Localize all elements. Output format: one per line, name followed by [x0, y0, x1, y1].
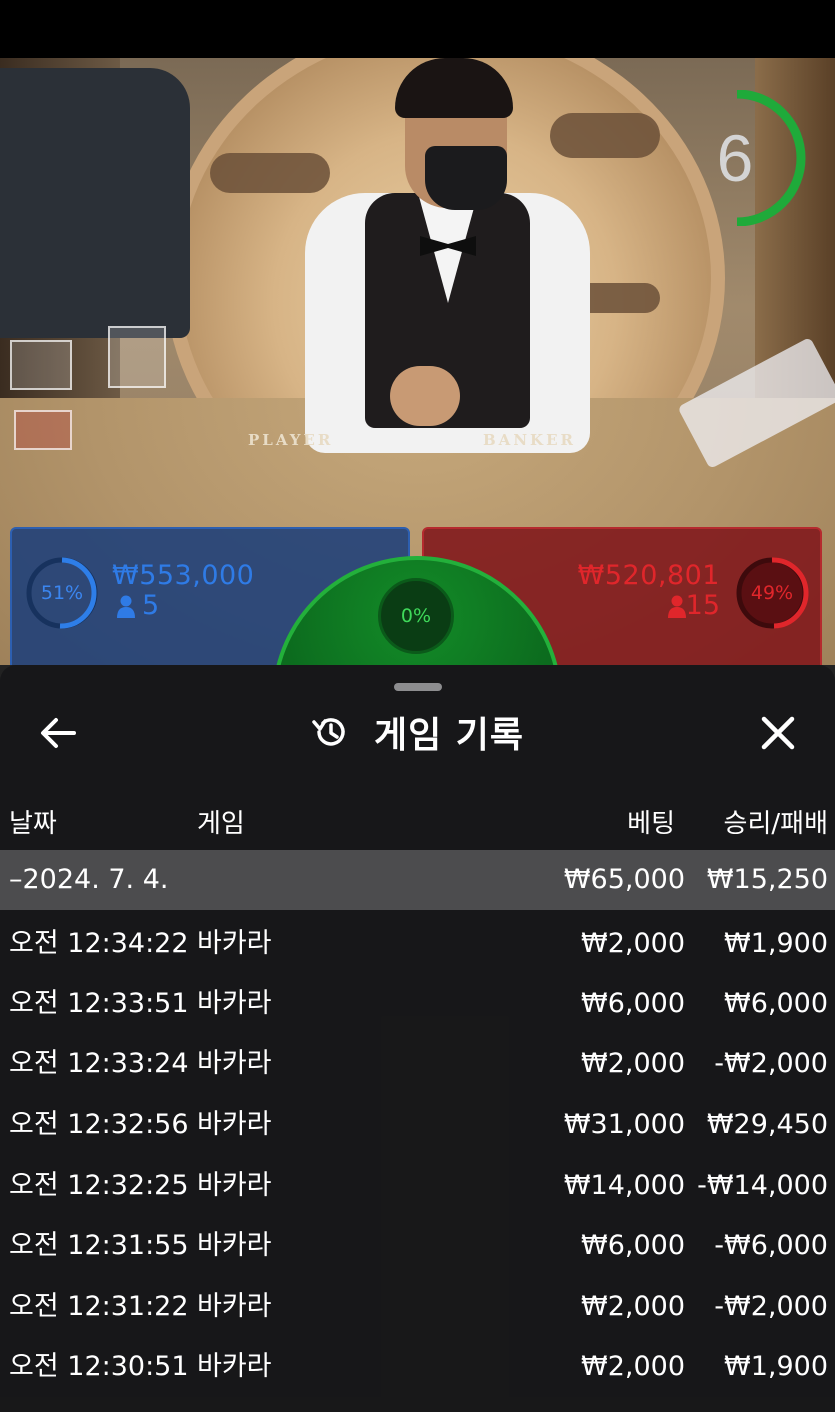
row-win-loss: ₩6,000 — [724, 988, 828, 1019]
close-icon — [761, 716, 795, 750]
row-bet: ₩14,000 — [563, 1170, 685, 1201]
row-game: 바카라 — [197, 1291, 272, 1322]
row-time: 오전 12:34:22 — [9, 928, 189, 959]
player-total-amount: ₩553,000 — [112, 560, 255, 591]
row-time: 오전 12:30:51 — [9, 1351, 189, 1382]
tie-percent: 0% — [378, 578, 454, 654]
banker-count-icon — [667, 595, 687, 619]
banker-percent-ring: 49% — [734, 555, 810, 631]
row-time: 오전 12:33:24 — [9, 1048, 189, 1079]
row-game: 바카라 — [197, 1170, 272, 1201]
game-history-panel: 게임 기록 날짜 게임 베팅 승리/패배 –2024. 7. 4. ₩65,00… — [0, 665, 835, 1412]
row-win-loss: ₩1,900 — [724, 1351, 828, 1382]
row-bet: ₩31,000 — [563, 1109, 685, 1140]
staff-person — [0, 68, 190, 338]
group-win-loss-total: ₩15,250 — [706, 864, 828, 895]
history-row[interactable]: 오전 12:34:22 바카라 ₩2,000 ₩1,900 — [0, 914, 835, 974]
history-row[interactable]: 오전 12:31:55 바카라 ₩6,000 -₩6,000 — [0, 1216, 835, 1276]
player-count-icon — [116, 595, 136, 619]
row-time: 오전 12:31:55 — [9, 1230, 189, 1261]
column-header-win-loss: 승리/패배 — [723, 809, 828, 839]
row-win-loss: -₩2,000 — [714, 1048, 828, 1079]
drag-handle[interactable] — [394, 683, 442, 691]
player-percent: 51% — [40, 582, 84, 604]
panel-header: 게임 기록 — [310, 707, 524, 757]
column-header-game: 게임 — [197, 809, 245, 839]
arrow-left-icon — [41, 718, 76, 748]
date-group-row[interactable]: –2024. 7. 4. ₩65,000 ₩15,250 — [0, 850, 835, 910]
row-game: 바카라 — [197, 1109, 272, 1140]
row-bet: ₩2,000 — [581, 928, 685, 959]
history-row[interactable]: 오전 12:30:51 바카라 ₩2,000 ₩1,900 — [0, 1337, 835, 1397]
banker-count: 15 — [685, 590, 720, 621]
row-win-loss: ₩29,450 — [706, 1109, 828, 1140]
banker-percent: 49% — [750, 582, 794, 604]
history-row[interactable]: 오전 12:32:25 바카라 ₩14,000 -₩14,000 — [0, 1156, 835, 1216]
row-time: 오전 12:31:22 — [9, 1291, 189, 1322]
banker-total-amount: ₩520,801 — [577, 560, 720, 591]
history-icon — [312, 718, 345, 746]
row-bet: ₩6,000 — [581, 988, 685, 1019]
row-win-loss: ₩1,900 — [724, 928, 828, 959]
row-win-loss: -₩14,000 — [697, 1170, 828, 1201]
row-bet: ₩2,000 — [581, 1351, 685, 1382]
panel-title: 게임 기록 — [374, 715, 525, 756]
history-row[interactable]: 오전 12:32:56 바카라 ₩31,000 ₩29,450 — [0, 1095, 835, 1155]
row-game: 바카라 — [197, 988, 272, 1019]
row-bet: ₩2,000 — [581, 1291, 685, 1322]
row-time: 오전 12:32:56 — [9, 1109, 189, 1140]
countdown-value: 6 — [716, 121, 754, 195]
back-button[interactable] — [36, 713, 80, 753]
row-time: 오전 12:33:51 — [9, 988, 189, 1019]
row-time: 오전 12:32:25 — [9, 1170, 189, 1201]
row-game: 바카라 — [197, 928, 272, 959]
history-row[interactable]: 오전 12:33:24 바카라 ₩2,000 -₩2,000 — [0, 1034, 835, 1094]
table-label-player: PLAYER — [248, 431, 334, 449]
row-game: 바카라 — [197, 1351, 272, 1382]
row-win-loss: -₩2,000 — [714, 1291, 828, 1322]
group-bet-total: ₩65,000 — [563, 864, 685, 895]
column-header-date: 날짜 — [9, 809, 57, 839]
row-bet: ₩2,000 — [581, 1048, 685, 1079]
history-row[interactable]: 오전 12:31:22 바카라 ₩2,000 -₩2,000 — [0, 1277, 835, 1337]
table-label-banker: BANKER — [483, 431, 576, 449]
player-percent-ring: 51% — [24, 555, 100, 631]
group-date: –2024. 7. 4. — [9, 864, 169, 895]
row-game: 바카라 — [197, 1048, 272, 1079]
row-game: 바카라 — [197, 1230, 272, 1261]
countdown-timer: 6 — [707, 89, 807, 227]
row-bet: ₩6,000 — [581, 1230, 685, 1261]
column-header-bet: 베팅 — [627, 809, 675, 839]
row-win-loss: -₩6,000 — [714, 1230, 828, 1261]
player-count: 5 — [142, 590, 160, 621]
history-row[interactable]: 오전 12:33:51 바카라 ₩6,000 ₩6,000 — [0, 974, 835, 1034]
close-button[interactable] — [756, 711, 800, 755]
